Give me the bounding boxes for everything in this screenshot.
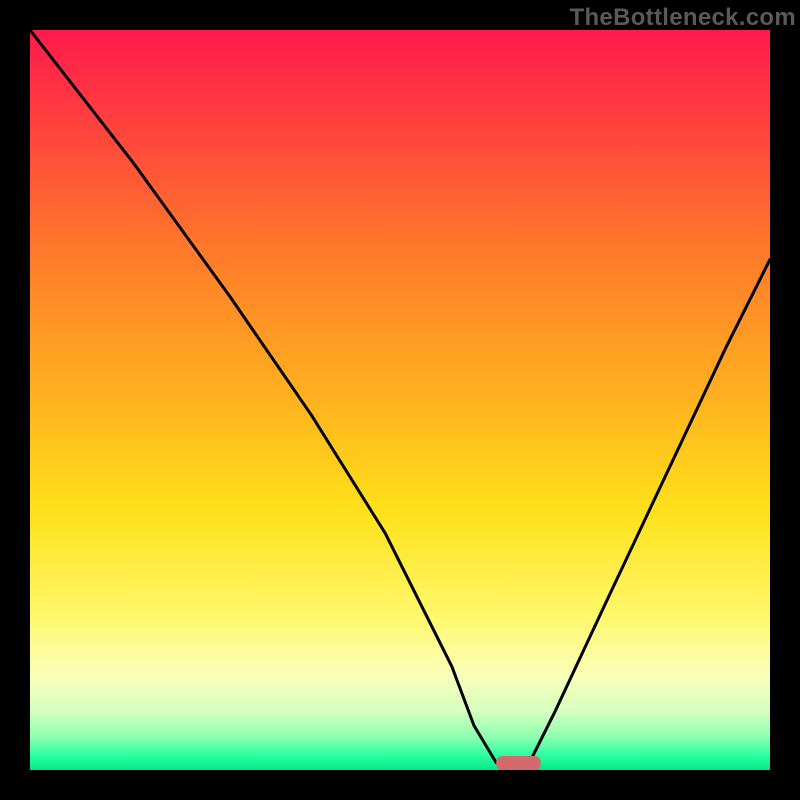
watermark-text: TheBottleneck.com [570,4,796,32]
plot-area [30,30,770,770]
optimum-marker [496,756,540,770]
chart-svg [30,30,770,770]
gradient-background [30,30,770,770]
chart-frame: TheBottleneck.com [0,0,800,800]
